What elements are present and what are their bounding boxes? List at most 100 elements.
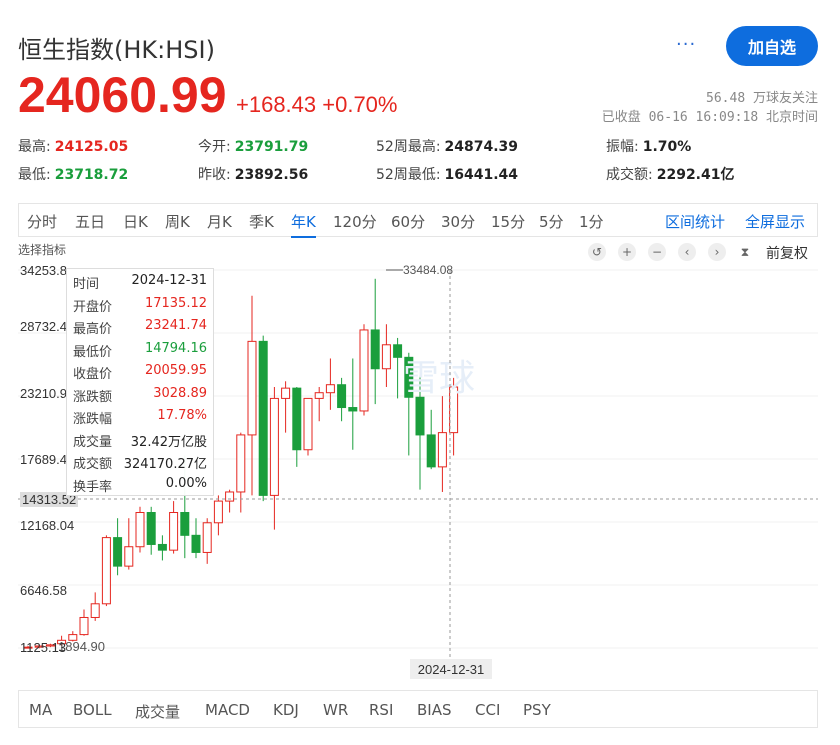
indicator-tab[interactable]: CCI (475, 701, 500, 719)
candle-down (292, 387, 302, 451)
indicator-tab[interactable]: BOLL (73, 701, 112, 719)
candle-down (146, 512, 156, 545)
candle-down (348, 407, 358, 412)
tab-period[interactable]: 15分 (491, 211, 525, 232)
candle-down (393, 344, 403, 358)
zoom-in-icon[interactable]: + (618, 243, 636, 261)
undo-icon[interactable]: ↺ (588, 243, 606, 261)
current-price: 24060.99 (18, 67, 227, 123)
candle-up (247, 340, 257, 436)
stat-amplitude: 振幅: 1.70% (606, 139, 692, 155)
tab-period[interactable]: 周K (165, 211, 190, 232)
tooltip-volume: 32.42万亿股 (130, 434, 207, 450)
period-tabs: 分时 五日 日K 周K 月K 季K 年K 120分 60分 30分 15分 5分… (18, 203, 818, 238)
candle-tooltip: 时间 2024-12-31 开盘价 17135.12 最高价 23241.74 最低价… (66, 268, 214, 496)
indicator-tab[interactable]: 成交量 (135, 701, 180, 722)
indicator-tab[interactable]: WR (323, 701, 348, 719)
indicator-tab[interactable]: BIAS (417, 701, 452, 719)
max-annotation: 33484.08 (403, 263, 453, 277)
candle-up (437, 432, 447, 468)
price-adjust-select[interactable]: 前复权 (766, 243, 808, 263)
tooltip-change: 3028.89 (153, 385, 207, 401)
tab-period[interactable]: 月K (207, 211, 232, 232)
candle-down (415, 396, 425, 436)
candle-down (191, 534, 201, 553)
stat-52w-high: 52周最高: 24874.39 (376, 139, 519, 155)
tab-period[interactable]: 120分 (333, 211, 377, 232)
candle-down (370, 329, 380, 370)
more-options-icon[interactable]: ··· (676, 34, 696, 55)
scroll-right-icon[interactable]: › (708, 243, 726, 261)
tab-period[interactable]: 1分 (579, 211, 604, 232)
candle-up (79, 616, 89, 636)
y-tick-label: 23210.9 (20, 386, 67, 401)
stat-low: 最低: 23718.72 (18, 167, 129, 183)
candle-style-icon[interactable]: ⧗ (736, 243, 754, 261)
candle-up (202, 522, 212, 553)
candle-down (258, 340, 268, 496)
indicator-tab[interactable]: RSI (369, 701, 393, 719)
y-tick-label: 6646.58 (20, 583, 67, 598)
tab-period[interactable]: 60分 (391, 211, 425, 232)
candle-down (180, 512, 190, 536)
y-tick-label: 12168.04 (20, 518, 75, 533)
candle-up (90, 603, 100, 618)
tooltip-low: 14794.16 (144, 340, 207, 356)
y-tick-label: 28732.4 (20, 319, 67, 334)
tooltip-time: 2024-12-31 (131, 273, 207, 288)
zoom-out-icon[interactable]: − (648, 243, 666, 261)
stat-prev-close: 昨收: 23892.56 (198, 167, 309, 183)
candle-up (135, 512, 145, 548)
stat-open: 今开: 23791.79 (198, 139, 309, 155)
tab-period[interactable]: 5分 (539, 211, 564, 232)
fullscreen-link[interactable]: 全屏显示 (745, 211, 805, 232)
candle-up (169, 512, 179, 551)
tooltip-turnover: 0.00% (165, 475, 207, 491)
follower-count: 56.48 万球友关注 (706, 91, 818, 106)
candle-down (337, 384, 347, 409)
candle-up (314, 392, 324, 399)
tooltip-pct: 17.78% (157, 408, 207, 423)
tab-period[interactable]: 五日 (75, 211, 105, 232)
candle-up (281, 387, 291, 399)
select-indicator-label[interactable]: 选择指标 (18, 241, 66, 258)
tooltip-high: 23241.74 (144, 318, 207, 333)
indicator-tab[interactable]: MACD (205, 701, 250, 719)
tab-period-active[interactable]: 年K (291, 211, 316, 238)
watermark: 雪球 (403, 358, 475, 399)
add-to-watchlist-button[interactable]: 加自选 (726, 26, 818, 66)
y-tick-label: 34253.8 (20, 263, 67, 278)
indicator-tab[interactable]: MA (29, 701, 52, 719)
stat-high: 最高: 24125.05 (18, 139, 129, 155)
tab-period[interactable]: 季K (249, 211, 274, 232)
candle-down (157, 543, 167, 551)
watermark-text: 雪球 (403, 358, 475, 399)
tab-period[interactable]: 分时 (27, 211, 57, 232)
candle-up (303, 397, 313, 451)
tab-period[interactable]: 日K (123, 211, 148, 232)
candle-up (359, 329, 369, 412)
stat-turnover: 成交额: 2292.41亿 (606, 167, 735, 183)
chart-toolbar: ↺ + − ‹ › ⧗ 前复权 (586, 243, 826, 263)
interval-stats-link[interactable]: 区间统计 (665, 211, 725, 232)
candle-up (236, 434, 246, 493)
candle-up (381, 344, 391, 370)
candle-up (124, 546, 134, 567)
candle-up (101, 537, 111, 605)
crosshair-date-label: 2024-12-31 (410, 659, 492, 679)
indicator-tab[interactable]: PSY (523, 701, 551, 719)
candle-up (213, 500, 223, 524)
indicator-tabs: MA BOLL 成交量 MACD KDJ WR RSI BIAS CCI PSY (18, 690, 818, 728)
indicator-tab[interactable]: KDJ (273, 701, 299, 719)
y-tick-label: 17689.4 (20, 452, 67, 467)
tooltip-amount: 324170.27亿 (123, 457, 207, 472)
scroll-left-icon[interactable]: ‹ (678, 243, 696, 261)
candle-up (225, 491, 235, 502)
candle-down (426, 434, 436, 468)
tab-period[interactable]: 30分 (441, 211, 475, 232)
tooltip-open: 17135.12 (144, 295, 207, 311)
candle-up (269, 397, 279, 496)
market-status: 已收盘 06-16 16:09:18 北京时间 (601, 110, 818, 125)
tooltip-close: 20059.95 (144, 363, 207, 378)
candle-up (325, 384, 335, 394)
